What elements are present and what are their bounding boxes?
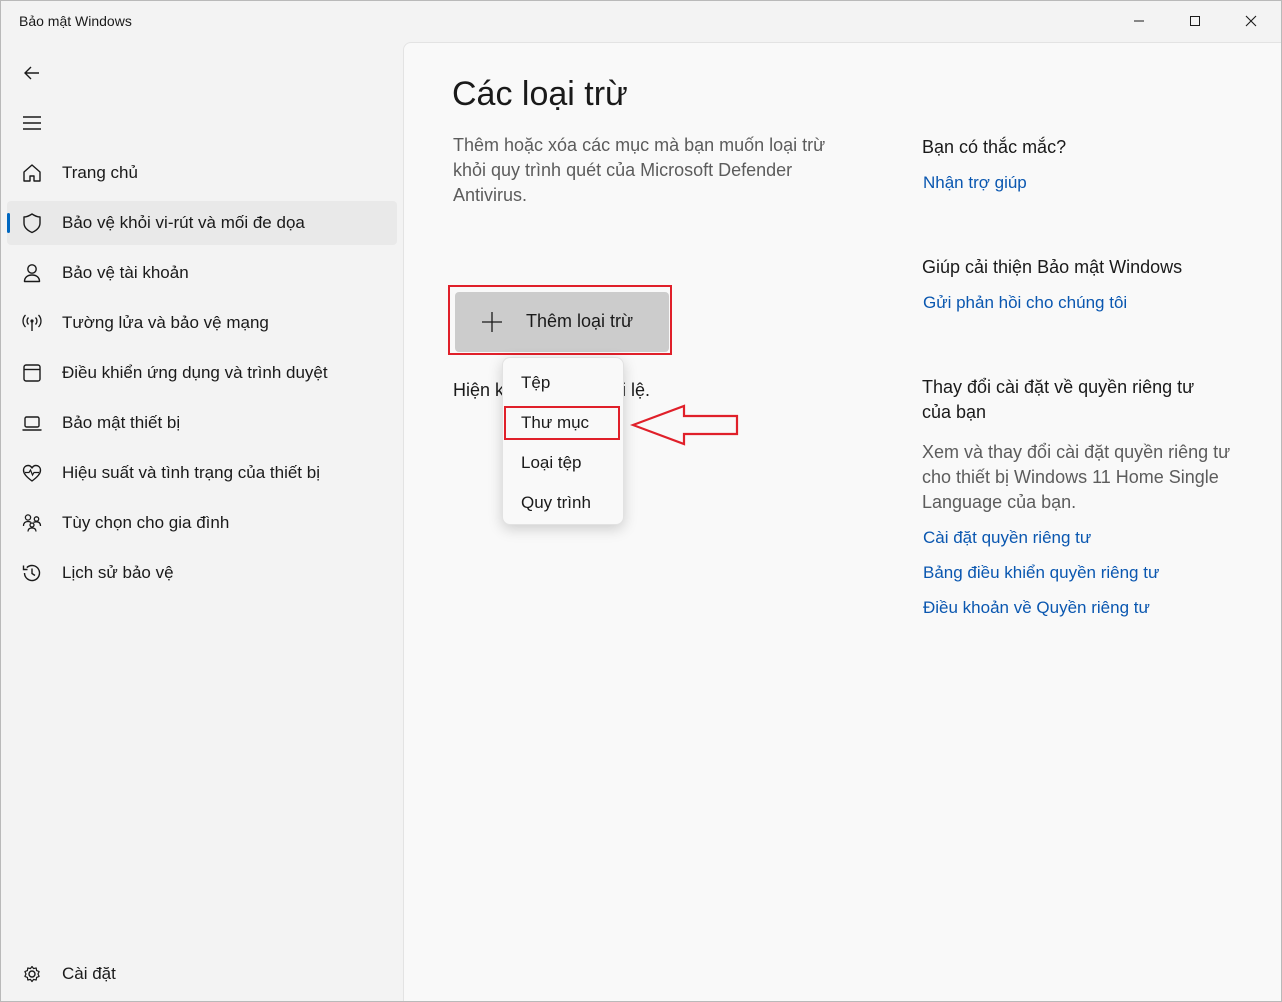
add-exclusion-label: Thêm loại trừ [526, 311, 634, 331]
exclusion-type-menu: Tệp Thư mục Loại tệp Quy trình [502, 357, 624, 525]
nav-item-device-performance[interactable]: Hiệu suất và tình trạng của thiết bị [7, 451, 397, 495]
no-exclusions-text-start: Hiện k [453, 380, 505, 400]
nav-item-protection-history[interactable]: Lịch sử bảo vệ [7, 551, 397, 595]
selection-indicator [7, 213, 10, 233]
hamburger-menu-button[interactable] [11, 105, 53, 141]
nav-item-label: Tường lửa và bảo vệ mạng [62, 313, 269, 332]
plus-icon [482, 312, 502, 332]
app-window: Bảo mật Windows Trang chủ Bảo vệ khỏi vi… [0, 0, 1282, 1002]
nav-item-home[interactable]: Trang chủ [7, 151, 397, 195]
privacy-settings-link[interactable]: Cài đặt quyền riêng tư [923, 528, 1091, 548]
questions-heading: Bạn có thắc mắc? [922, 137, 1067, 157]
menu-item-file-type[interactable]: Loại tệp [521, 453, 582, 473]
send-feedback-link[interactable]: Gửi phản hồi cho chúng tôi [923, 293, 1127, 313]
privacy-heading: Thay đổi cài đặt về quyền riêng tư của b… [922, 377, 1195, 422]
privacy-dashboard-link[interactable]: Bảng điều khiển quyền riêng tư [923, 563, 1159, 583]
back-arrow-icon [24, 66, 39, 80]
nav-item-virus-protection[interactable]: Bảo vệ khỏi vi-rút và mối đe dọa [7, 201, 397, 245]
shield-icon [21, 212, 43, 234]
title-bar[interactable]: Bảo mật Windows [1, 1, 1281, 41]
menu-item-process[interactable]: Quy trình [521, 493, 591, 513]
nav-item-label: Hiệu suất và tình trạng của thiết bị [62, 463, 320, 482]
nav-item-label: Bảo mật thiết bị [62, 413, 181, 432]
improve-heading: Giúp cải thiện Bảo mật Windows [922, 257, 1183, 277]
maximize-button[interactable] [1167, 1, 1223, 41]
privacy-terms-link[interactable]: Điều khoản về Quyền riêng tư [923, 598, 1150, 618]
home-icon [21, 162, 43, 184]
hamburger-icon [23, 116, 41, 130]
person-icon [21, 262, 43, 284]
minimize-button[interactable] [1111, 1, 1167, 41]
nav-item-label: Lịch sử bảo vệ [62, 563, 174, 582]
minimize-icon [1134, 20, 1144, 22]
annotation-highlight-box [504, 406, 620, 440]
annotation-arrow-icon [630, 404, 739, 446]
no-exclusions-text-end: i lệ. [622, 380, 651, 400]
nav-item-settings[interactable]: Cài đặt [7, 952, 397, 996]
wireless-icon [21, 312, 43, 334]
nav-item-label: Điều khiển ứng dụng và trình duyệt [62, 363, 328, 382]
nav-item-app-browser-control[interactable]: Điều khiển ứng dụng và trình duyệt [7, 351, 397, 395]
nav-item-label: Bảo vệ tài khoản [62, 263, 189, 282]
nav-item-family-options[interactable]: Tùy chọn cho gia đình [7, 501, 397, 545]
gear-icon [21, 963, 43, 985]
nav-item-firewall[interactable]: Tường lửa và bảo vệ mạng [7, 301, 397, 345]
settings-label: Cài đặt [62, 964, 116, 983]
laptop-icon [21, 412, 43, 434]
menu-item-file[interactable]: Tệp [521, 373, 550, 393]
page-description: Thêm hoặc xóa các mục mà bạn muốn loại t… [453, 135, 826, 205]
window-title: Bảo mật Windows [19, 13, 132, 29]
privacy-description: Xem và thay đổi cài đặt quyền riêng tư c… [922, 442, 1231, 512]
nav-item-device-security[interactable]: Bảo mật thiết bị [7, 401, 397, 445]
family-icon [21, 512, 43, 534]
page-title: Các loại trừ [452, 75, 628, 113]
close-button[interactable] [1223, 1, 1279, 41]
main-content: Các loại trừ Thêm hoặc xóa các mục mà bạ… [403, 42, 1281, 1001]
maximize-icon [1190, 16, 1200, 26]
close-icon [1245, 15, 1257, 27]
get-help-link[interactable]: Nhận trợ giúp [923, 173, 1027, 193]
history-icon [21, 562, 43, 584]
heart-pulse-icon [21, 462, 43, 484]
add-exclusion-button[interactable]: Thêm loại trừ [455, 292, 669, 352]
no-exclusions-text: Hiện k i lệ. [453, 380, 650, 401]
nav-item-account-protection[interactable]: Bảo vệ tài khoản [7, 251, 397, 295]
back-button[interactable] [11, 55, 53, 91]
nav-item-label: Tùy chọn cho gia đình [62, 513, 230, 532]
nav-item-label: Trang chủ [62, 163, 138, 182]
app-window-icon [21, 362, 43, 384]
nav-item-label: Bảo vệ khỏi vi-rút và mối đe dọa [62, 213, 305, 232]
